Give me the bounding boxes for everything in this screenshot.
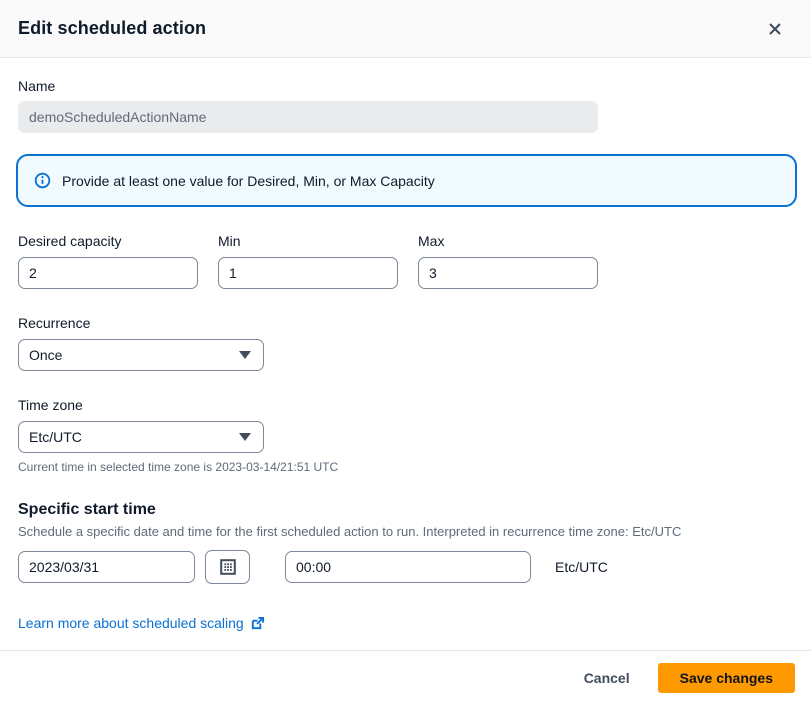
edit-scheduled-action-dialog: Edit scheduled action Name P: [0, 0, 811, 679]
name-label: Name: [18, 78, 795, 94]
external-link-icon: [250, 616, 265, 631]
time-input[interactable]: [285, 551, 531, 583]
desired-capacity-input[interactable]: [18, 257, 198, 289]
chevron-down-icon: [239, 351, 251, 359]
min-label: Min: [218, 233, 398, 249]
min-input[interactable]: [218, 257, 398, 289]
max-label: Max: [418, 233, 598, 249]
recurrence-selected-value: Once: [29, 347, 62, 363]
close-icon: [766, 20, 784, 38]
datetime-row: Etc/UTC: [18, 550, 795, 584]
desired-capacity-label: Desired capacity: [18, 233, 198, 249]
calendar-picker-button[interactable]: [205, 550, 250, 584]
learn-more-link-label: Learn more about scheduled scaling: [18, 615, 244, 631]
timezone-selected-value: Etc/UTC: [29, 429, 82, 445]
name-input: [18, 101, 598, 133]
timezone-suffix-label: Etc/UTC: [555, 559, 608, 575]
timezone-select[interactable]: Etc/UTC: [18, 421, 264, 453]
info-icon: [34, 172, 51, 189]
dialog-footer: Cancel Save changes: [0, 650, 811, 704]
max-input[interactable]: [418, 257, 598, 289]
min-capacity-group: Min: [218, 233, 398, 289]
alert-message: Provide at least one value for Desired, …: [62, 173, 435, 189]
capacity-fields-row: Desired capacity Min Max: [18, 233, 795, 289]
chevron-down-icon: [239, 433, 251, 441]
recurrence-select[interactable]: Once: [18, 339, 264, 371]
close-button[interactable]: [761, 15, 789, 43]
timezone-label: Time zone: [18, 397, 795, 413]
date-input[interactable]: [18, 551, 195, 583]
info-alert: Provide at least one value for Desired, …: [16, 154, 797, 207]
start-time-description: Schedule a specific date and time for th…: [18, 524, 795, 539]
max-capacity-group: Max: [418, 233, 598, 289]
cancel-button[interactable]: Cancel: [584, 670, 630, 686]
start-time-heading: Specific start time: [18, 501, 795, 519]
current-time-helper: Current time in selected time zone is 20…: [18, 460, 795, 474]
dialog-header: Edit scheduled action: [0, 0, 811, 58]
page-title: Edit scheduled action: [18, 18, 206, 39]
name-field-group: Name: [18, 78, 795, 133]
calendar-icon: [220, 559, 236, 575]
desired-capacity-group: Desired capacity: [18, 233, 198, 289]
recurrence-group: Recurrence Once: [18, 315, 795, 371]
learn-more-row: Learn more about scheduled scaling: [18, 615, 795, 633]
learn-more-link[interactable]: Learn more about scheduled scaling: [18, 615, 265, 631]
recurrence-label: Recurrence: [18, 315, 795, 331]
dialog-body: Name Provide at least one value for Desi…: [0, 58, 811, 633]
start-time-section: Specific start time Schedule a specific …: [18, 501, 795, 584]
save-changes-button[interactable]: Save changes: [658, 663, 795, 693]
timezone-group: Time zone Etc/UTC Current time in select…: [18, 397, 795, 474]
